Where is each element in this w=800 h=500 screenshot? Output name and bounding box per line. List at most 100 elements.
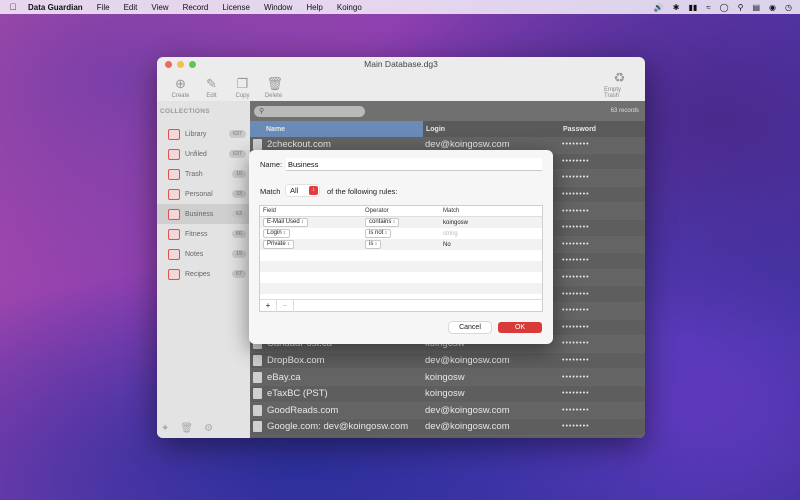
match-label: Match [260, 187, 281, 196]
menu-record[interactable]: Record [183, 3, 209, 12]
column-name[interactable]: Name [250, 121, 423, 137]
match-select[interactable]: All ↕ [286, 185, 319, 196]
record-password: •••••••• [562, 340, 590, 348]
wifi-icon[interactable]: ≈ [706, 3, 710, 12]
rule-match-field[interactable]: No [440, 242, 451, 248]
count-badge: 10 [231, 170, 246, 178]
table-row[interactable]: GoodReads.com dev@koingosw.com •••••••• [250, 402, 645, 420]
table-row[interactable]: Google.com: dev@koingosw.com dev@koingosw… [250, 419, 645, 436]
ok-button[interactable]: OK [498, 322, 542, 333]
empty-trash-button[interactable]: ♻ Empty Trash [604, 71, 635, 100]
count-badge: 33 [231, 190, 246, 198]
table-row[interactable]: DropBox.com dev@koingosw.com •••••••• [250, 353, 645, 370]
record-name: DropBox.com [267, 355, 325, 367]
add-collection-icon[interactable]: ✦ [161, 423, 169, 434]
record-password: •••••••• [562, 307, 590, 315]
collections-heading: COLLECTIONS [160, 108, 210, 115]
rule-row: Private is No [260, 239, 542, 250]
empty-rule-row [260, 283, 542, 294]
record-password: •••••••• [562, 390, 590, 398]
name-field[interactable]: Business [286, 158, 542, 171]
bluetooth-icon[interactable]: ✱ [673, 3, 680, 12]
record-login: koingosw [425, 371, 465, 383]
menu-koingo[interactable]: Koingo [337, 3, 362, 12]
record-name: eTaxBC (PST) [267, 388, 328, 400]
volume-icon[interactable]: 🔊 [654, 3, 664, 12]
add-rule-button[interactable]: + [260, 299, 277, 312]
smart-collection-dialog: Name: Business Match All ↕ of the follow… [249, 150, 553, 344]
sidebar-item-trash[interactable]: Trash 10 [157, 164, 250, 184]
rule-match-field[interactable]: string [440, 231, 458, 237]
menu-license[interactable]: License [222, 3, 250, 12]
document-icon [253, 355, 262, 367]
name-label: Name: [260, 160, 283, 169]
count-badge: 637 [228, 150, 246, 158]
table-row[interactable]: eBay.ca koingosw •••••••• [250, 369, 645, 386]
rule-field-popup[interactable]: Private [263, 240, 294, 249]
user-icon[interactable]: ◯ [720, 3, 729, 12]
rule-field-popup[interactable]: E-Mail Used [263, 218, 308, 227]
sidebar-item-library[interactable]: Library 637 [157, 124, 250, 144]
trash-icon [168, 168, 180, 180]
window-title: Main Database.dg3 [364, 59, 438, 69]
record-password: •••••••• [562, 141, 590, 149]
delete-collection-icon[interactable]: 🗑 [180, 423, 193, 434]
siri-icon[interactable]: ◉ [769, 3, 776, 12]
count-badge: 66 [231, 230, 246, 238]
record-name: eBay.ca [267, 371, 301, 383]
sidebar-item-recipes[interactable]: Recipes 67 [157, 264, 250, 284]
folder-icon [168, 268, 180, 280]
create-button[interactable]: ⊕ Create [165, 77, 196, 100]
clock-icon[interactable]: ◷ [785, 3, 792, 12]
remove-rule-button[interactable]: − [277, 299, 294, 312]
apple-menu-icon[interactable]:  [8, 2, 18, 12]
toolbar: ⊕ Create ✎ Edit ❐ Copy 🗑 Delete ♻ Empty … [157, 71, 645, 101]
rule-field-popup[interactable]: Login [263, 229, 290, 238]
search-input[interactable]: ⚲ [254, 105, 365, 117]
table-row[interactable]: eTaxBC (PST) koingosw •••••••• [250, 386, 645, 403]
record-login: dev@koingosw.com [425, 139, 510, 151]
rules-column-field: Field [263, 208, 277, 214]
sidebar-item-notes[interactable]: Notes 19 [157, 244, 250, 264]
menu-view[interactable]: View [151, 3, 168, 12]
empty-rule-row [260, 250, 542, 261]
count-badge: 637 [228, 130, 246, 138]
gear-icon[interactable]: ⚙ [204, 423, 213, 434]
search-icon[interactable]: ⚲ [738, 3, 744, 12]
delete-button[interactable]: 🗑 Delete [258, 77, 289, 100]
rule-match-field[interactable]: koingosw [440, 220, 468, 226]
record-name: Google.com: dev@koingosw.com [267, 421, 409, 433]
menu-help[interactable]: Help [306, 3, 322, 12]
record-password: •••••••• [562, 207, 590, 215]
battery-icon[interactable]: ▮▮ [688, 3, 697, 12]
title-bar[interactable]: Main Database.dg3 [157, 57, 645, 71]
sidebar-item-personal[interactable]: Personal 33 [157, 184, 250, 204]
column-login[interactable]: Login [423, 126, 560, 133]
record-password: •••••••• [562, 373, 590, 381]
cancel-button[interactable]: Cancel [449, 322, 491, 333]
count-badge: 19 [231, 250, 246, 258]
copy-button[interactable]: ❐ Copy [227, 77, 258, 100]
sidebar-item-fitness[interactable]: Fitness 66 [157, 224, 250, 244]
column-password[interactable]: Password [560, 126, 596, 133]
rule-operator-popup[interactable]: is [365, 240, 382, 249]
record-password: •••••••• [562, 290, 590, 298]
rules-table: Field Operator Match E-Mail Used contain… [259, 205, 543, 312]
rule-operator-popup[interactable]: contains [365, 218, 400, 227]
document-icon [253, 404, 262, 416]
rule-row: E-Mail Used contains koingosw [260, 217, 542, 228]
menu-app-name[interactable]: Data Guardian [28, 3, 83, 12]
menu-edit[interactable]: Edit [124, 3, 138, 12]
menu-file[interactable]: File [97, 3, 110, 12]
status-icons: 🔊 ✱ ▮▮ ≈ ◯ ⚲ ▤ ◉ ◷ [654, 3, 792, 12]
record-password: •••••••• [562, 274, 590, 282]
sidebar-item-business[interactable]: Business 63 [157, 204, 250, 224]
record-login: koingosw [425, 388, 465, 400]
edit-button[interactable]: ✎ Edit [196, 77, 227, 100]
rule-row: Login is not string [260, 228, 542, 239]
record-password: •••••••• [562, 257, 590, 265]
menu-window[interactable]: Window [264, 3, 292, 12]
sidebar-item-unfiled[interactable]: Unfiled 637 [157, 144, 250, 164]
control-center-icon[interactable]: ▤ [752, 3, 760, 12]
rule-operator-popup[interactable]: is not [365, 229, 392, 238]
